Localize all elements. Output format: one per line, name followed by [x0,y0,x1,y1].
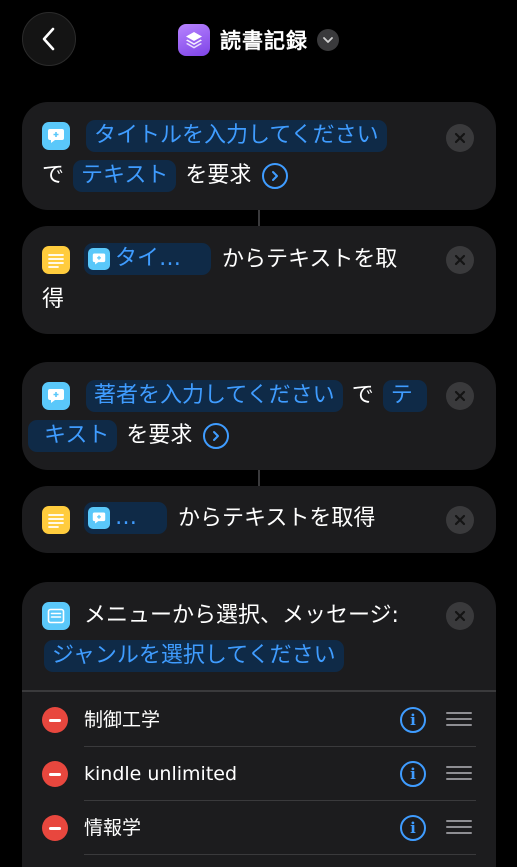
get-text-line-2: 得 [42,280,64,320]
input-type-token[interactable]: テキスト [73,160,177,192]
menu-item-row[interactable]: 制御工学 i [22,693,496,747]
menu-prompt-token[interactable]: ジャンルを選択してください [44,640,344,672]
menu-item-label[interactable]: 制御工学 [84,705,160,735]
input-type-token-continued[interactable]: キスト [28,420,118,452]
shortcut-header[interactable]: 読書記録 [0,24,517,56]
variable-label: タイ… [115,246,182,271]
shortcut-title: 読書記録 [220,29,308,53]
input-type-token[interactable]: テ [382,380,427,412]
remove-action-button[interactable] [446,602,474,630]
close-icon [454,254,466,266]
menu-item-label[interactable]: kindle unlimited [84,759,237,789]
remove-action-button[interactable] [446,382,474,410]
row-separator [84,854,476,855]
action-suffix: からテキストを取得 [178,506,376,531]
expand-arrow-icon[interactable] [262,163,289,189]
variable-label: … [115,505,137,530]
action-suffix: を要求 [185,163,252,188]
action-suffix-continued: 得 [42,287,65,312]
ask-line-1: 著者を入力してください で テ [84,376,429,416]
menu-item-row[interactable]: 情報学 i [22,801,496,855]
ask-for-input-action[interactable]: 著者を入力してください で テ キスト を要求 [22,362,496,470]
chevron-down-icon[interactable] [317,29,339,51]
connector-label: で [42,163,65,188]
connector-label: で [351,383,374,408]
text-action-icon [42,506,70,534]
get-text-line-1: タイ… からテキストを取 [84,240,397,280]
info-icon[interactable]: i [400,761,426,787]
ask-for-input-icon [88,507,110,529]
prompt-token[interactable]: 著者を入力してください [86,380,343,412]
menu-action-icon [42,602,70,630]
prompt-token[interactable]: タイトルを入力してください [86,120,387,152]
reorder-handle-icon[interactable] [446,766,472,782]
action-connector [258,210,260,226]
remove-action-button[interactable] [446,246,474,274]
menu-item-row[interactable]: kindle unlimited i [22,747,496,801]
ask-for-input-icon [42,122,70,150]
menu-line-2: ジャンルを選択してください [42,636,346,676]
delete-item-button[interactable] [42,815,68,841]
menu-divider [22,690,496,692]
ask-for-input-icon [42,382,70,410]
close-icon [454,390,466,402]
close-icon [454,132,466,144]
action-connector [258,470,260,486]
get-text-line: … からテキストを取得 [84,499,375,539]
menu-prefix: メニューから選択、メッセージ: [84,603,399,628]
ask-line-2: キスト を要求 [26,416,230,456]
shortcuts-layers-icon [178,24,210,56]
close-icon [454,610,466,622]
remove-action-button[interactable] [446,506,474,534]
ask-for-input-icon [88,248,110,270]
reorder-handle-icon[interactable] [446,712,472,728]
expand-arrow-icon[interactable] [203,423,230,449]
info-icon[interactable]: i [400,815,426,841]
delete-item-button[interactable] [42,707,68,733]
info-icon[interactable]: i [400,707,426,733]
text-action-icon [42,246,70,274]
choose-from-menu-action[interactable]: メニューから選択、メッセージ: ジャンルを選択してください 制御工学 i kin… [22,582,496,867]
action-suffix: からテキストを取 [222,247,398,272]
menu-item-label[interactable]: 情報学 [84,813,141,843]
remove-action-button[interactable] [446,124,474,152]
delete-item-button[interactable] [42,761,68,787]
reorder-handle-icon[interactable] [446,820,472,836]
ask-for-input-action[interactable]: タイトルを入力してください で テキスト を要求 [22,102,496,210]
action-suffix: を要求 [126,423,193,448]
ask-line-2: で テキスト を要求 [42,156,289,196]
close-icon [454,514,466,526]
get-text-action[interactable]: タイ… からテキストを取 得 [22,226,496,334]
provided-input-variable[interactable]: タイ… [84,243,212,275]
provided-input-variable[interactable]: … [84,502,167,534]
get-text-action[interactable]: … からテキストを取得 [22,486,496,553]
ask-line-1: タイトルを入力してください [84,116,389,156]
